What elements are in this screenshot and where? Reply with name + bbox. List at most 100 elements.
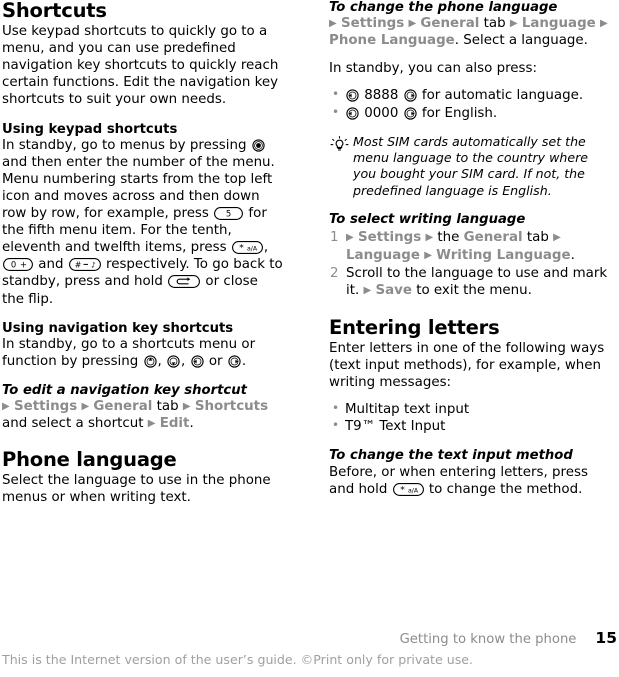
lightbulb-tip-icon bbox=[329, 134, 353, 160]
menu-settings: Settings bbox=[340, 16, 405, 32]
language-code: 8888 bbox=[364, 88, 399, 104]
language-code: 0000 bbox=[364, 105, 399, 121]
nav-text-3: , bbox=[181, 353, 186, 369]
nav-key-right-icon bbox=[403, 106, 417, 120]
edit-shortcut-steps: ▶ Settings ▶ General tab ▶ Shortcuts and… bbox=[2, 398, 283, 432]
change-language-tail: . Select a language. bbox=[454, 33, 588, 49]
list-item: 0000 for English. bbox=[329, 104, 610, 122]
svg-text:*: * bbox=[400, 485, 405, 495]
list-item: T9™ Text Input bbox=[329, 417, 610, 435]
keypad-text-5: and bbox=[38, 257, 64, 273]
tip-note: Most SIM cards automatically set the men… bbox=[329, 134, 610, 200]
menu-phone-language: Phone Language bbox=[329, 33, 455, 49]
phone-language-text: Select the language to use in the phone … bbox=[2, 473, 271, 506]
navigation-shortcuts-text: In standby, go to a shortcuts menu or fu… bbox=[2, 336, 283, 370]
change-input-method-heading: To change the text input method bbox=[329, 448, 573, 464]
right-column: To change the phone language ▶ Settings … bbox=[329, 0, 610, 498]
input-methods-list: Multitap text input T9™ Text Input bbox=[329, 400, 610, 435]
menu-general: General bbox=[93, 399, 153, 415]
keypad-text-1: In standby, go to menus by pressing bbox=[2, 137, 247, 153]
footer-disclaimer: This is the Internet version of the user… bbox=[2, 652, 474, 667]
svg-text:♪: ♪ bbox=[91, 261, 96, 270]
arrow-icon: ▶ bbox=[147, 418, 156, 430]
arrow-icon: ▶ bbox=[509, 18, 518, 30]
menu-general: General bbox=[463, 230, 523, 246]
entering-letters-heading: Entering letters bbox=[329, 315, 500, 339]
key-0-icon: 0 + bbox=[3, 258, 33, 272]
period: . bbox=[570, 247, 575, 263]
nav-text-5: . bbox=[241, 353, 247, 369]
nav-key-left-icon bbox=[190, 355, 204, 368]
change-input-method-text: Before, or when entering letters, press … bbox=[329, 464, 610, 498]
language-code-list: 8888 for automatic language. bbox=[329, 86, 610, 122]
writing-language-heading: To select writing language bbox=[329, 212, 526, 228]
standby-press-text: In standby, you can also press: bbox=[329, 61, 537, 77]
writing-language-steps: ▶ Settings ▶ the General tab ▶ Language … bbox=[329, 229, 610, 298]
arrow-icon: ▶ bbox=[553, 232, 561, 244]
tip-text: Most SIM cards automatically set the men… bbox=[353, 133, 589, 198]
key-star-icon: * a/A bbox=[392, 482, 424, 496]
key-star-icon: * a/A bbox=[231, 241, 263, 255]
menu-language: Language bbox=[346, 247, 420, 263]
page-title: Shortcuts bbox=[2, 0, 107, 22]
back-key-icon bbox=[168, 275, 201, 289]
nav-key-up-icon bbox=[143, 355, 157, 368]
left-column: Shortcuts Use keypad shortcuts to quickl… bbox=[2, 0, 283, 507]
word-tab: tab bbox=[483, 16, 506, 32]
footer-chapter-line: Getting to know the phone 15 bbox=[400, 629, 617, 647]
list-item: 8888 for automatic language. bbox=[329, 86, 610, 104]
svg-text:a/A: a/A bbox=[408, 487, 419, 494]
change-input-text-2: to change the method. bbox=[428, 481, 583, 497]
entering-letters-text: Enter letters in one of the following wa… bbox=[329, 340, 605, 391]
arrow-icon: ▶ bbox=[408, 18, 417, 30]
nav-key-left-icon bbox=[346, 106, 359, 120]
nav-text-2: , bbox=[157, 353, 162, 369]
arrow-icon: ▶ bbox=[346, 232, 354, 244]
nav-key-right-icon bbox=[403, 89, 417, 103]
menu-settings: Settings bbox=[357, 230, 422, 246]
menu-settings: Settings bbox=[13, 399, 78, 415]
nav-key-left-icon bbox=[346, 89, 359, 103]
arrow-icon: ▶ bbox=[81, 401, 90, 413]
menu-edit: Edit bbox=[159, 416, 190, 432]
page-footer: Getting to know the phone 15 This is the… bbox=[0, 627, 619, 677]
change-language-steps: ▶ Settings ▶ General tab ▶ Language ▶ Ph… bbox=[329, 15, 610, 49]
shortcuts-intro: Use keypad shortcuts to quickly go to a … bbox=[2, 24, 279, 108]
list-item: ▶ Settings ▶ the General tab ▶ Language … bbox=[329, 229, 610, 263]
arrow-icon: ▶ bbox=[329, 18, 337, 30]
footer-chapter-name: Getting to know the phone bbox=[399, 632, 577, 647]
change-language-heading: To change the phone language bbox=[329, 0, 558, 15]
arrow-icon: ▶ bbox=[2, 401, 10, 413]
menu-shortcuts: Shortcuts bbox=[194, 399, 269, 415]
word-tab: tab bbox=[526, 230, 549, 246]
step2-text-b: to exit the menu. bbox=[416, 282, 532, 298]
period: . bbox=[189, 416, 194, 432]
arrow-icon: ▶ bbox=[424, 249, 432, 261]
key-hash-icon: # ♪ bbox=[68, 258, 101, 272]
key-5-icon: 5 bbox=[214, 207, 244, 221]
arrow-icon: ▶ bbox=[600, 18, 608, 30]
menu-general: General bbox=[420, 16, 480, 32]
arrow-icon: ▶ bbox=[363, 284, 372, 296]
svg-text:0: 0 bbox=[11, 260, 16, 270]
nav-key-down-icon bbox=[167, 355, 180, 368]
language-code-desc: for automatic language. bbox=[421, 88, 584, 104]
menu-language: Language bbox=[521, 16, 596, 32]
keypad-text-4: , bbox=[263, 240, 269, 256]
nav-text-4: or bbox=[208, 353, 223, 369]
edit-tail-text: and select a shortcut bbox=[2, 416, 144, 432]
svg-text:a/A: a/A bbox=[247, 246, 258, 253]
svg-text:5: 5 bbox=[226, 208, 231, 218]
keypad-shortcuts-text: In standby, go to menus by pressing and … bbox=[2, 137, 283, 308]
word-tab: tab bbox=[156, 399, 179, 415]
language-code-desc: for English. bbox=[421, 105, 498, 121]
word-the: the bbox=[437, 230, 460, 246]
svg-text:*: * bbox=[239, 244, 244, 254]
svg-text:+: + bbox=[20, 260, 27, 270]
list-item: Multitap text input bbox=[329, 400, 610, 418]
list-item: Scroll to the language to use and mark i… bbox=[329, 265, 610, 299]
keypad-shortcuts-heading: Using keypad shortcuts bbox=[2, 121, 178, 137]
edit-shortcut-heading: To edit a navigation key shortcut bbox=[2, 382, 247, 398]
menu-save: Save bbox=[375, 282, 412, 298]
manual-page: Shortcuts Use keypad shortcuts to quickl… bbox=[0, 0, 619, 677]
